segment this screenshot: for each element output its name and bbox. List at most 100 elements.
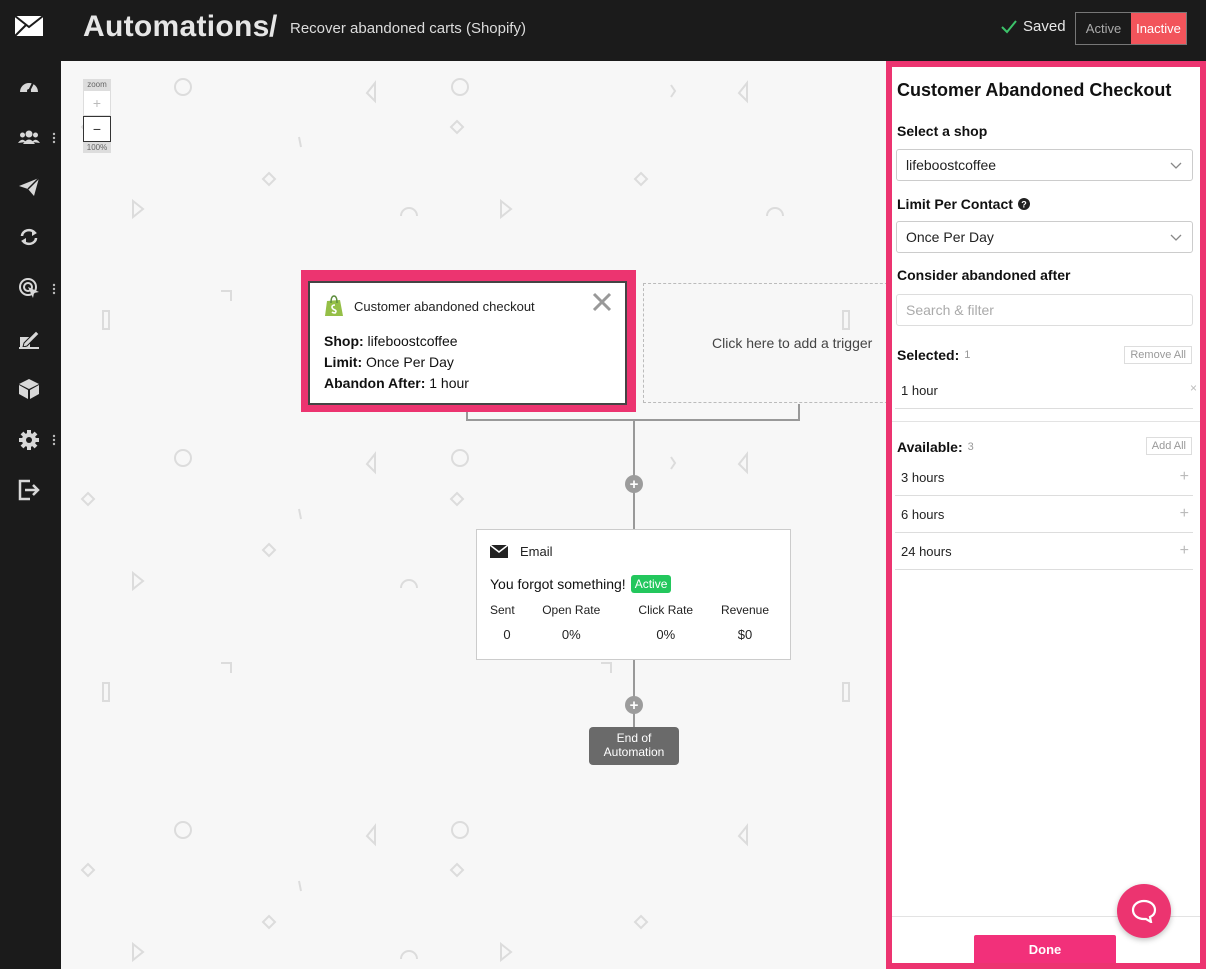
add-step-button[interactable]: +: [625, 475, 643, 493]
limit-value: Once Per Day: [366, 354, 454, 370]
add-trigger-placeholder[interactable]: Click here to add a trigger: [643, 283, 886, 403]
shop-select[interactable]: lifeboostcoffee: [896, 149, 1193, 181]
available-item[interactable]: 6 hours +: [895, 496, 1193, 533]
svg-text:?: ?: [1021, 200, 1027, 210]
close-icon[interactable]: [591, 291, 613, 313]
abandon-value: 1 hour: [429, 375, 469, 391]
automation-name[interactable]: Recover abandoned carts (Shopify): [290, 20, 526, 37]
help-icon[interactable]: ?: [1017, 198, 1030, 210]
trigger-card[interactable]: Customer abandoned checkout Shop: lifebo…: [308, 281, 627, 405]
settings-more-icon[interactable]: [52, 434, 56, 446]
remove-item-icon[interactable]: ×: [1190, 381, 1197, 395]
background-pattern: [80, 78, 850, 963]
shop-select-label: Select a shop: [897, 123, 988, 139]
stat-value-sent: 0: [503, 627, 511, 642]
end-of-automation: End of Automation: [589, 727, 679, 765]
zoom-in-button[interactable]: +: [83, 90, 111, 116]
zoom-control: zoom + − 100%: [83, 79, 111, 153]
logout-icon[interactable]: [16, 477, 42, 503]
zoom-label: zoom: [83, 79, 111, 90]
add-trigger-text: Click here to add a trigger: [712, 335, 873, 351]
logo-icon[interactable]: [14, 14, 44, 38]
trigger-title: Customer abandoned checkout: [354, 298, 535, 314]
selected-item: 1 hour ×: [895, 372, 1197, 409]
toggle-active-option[interactable]: Active: [1076, 13, 1131, 44]
trigger-header: Customer abandoned checkout: [324, 295, 611, 317]
sidebar: [0, 0, 61, 969]
connector-line: [633, 419, 635, 529]
section-divider: [892, 421, 1200, 422]
automations-icon[interactable]: [16, 224, 42, 250]
stat-header-sent: Sent: [490, 603, 515, 617]
plus-icon[interactable]: +: [1180, 542, 1189, 560]
checkmark-icon: [1001, 19, 1017, 33]
search-input[interactable]: [896, 294, 1193, 326]
toggle-inactive-option[interactable]: Inactive: [1131, 13, 1186, 44]
trigger-settings-panel: Customer Abandoned Checkout Select a sho…: [892, 67, 1200, 963]
available-item[interactable]: 3 hours +: [895, 459, 1193, 496]
status-toggle[interactable]: Active Inactive: [1075, 12, 1187, 45]
available-item-label: 6 hours: [901, 507, 945, 522]
zoom-level: 100%: [83, 142, 111, 153]
shopify-bag-icon: [325, 295, 343, 316]
add-step-button[interactable]: +: [625, 696, 643, 714]
shop-label: Shop:: [324, 333, 364, 349]
title-separator: /: [269, 10, 278, 43]
plus-icon[interactable]: +: [1180, 468, 1189, 486]
available-item-label: 3 hours: [901, 470, 945, 485]
email-header: Email: [490, 544, 777, 559]
available-header: Available: 3: [897, 439, 974, 455]
end-label-line1: End of: [616, 731, 652, 745]
targeting-more-icon[interactable]: [52, 283, 56, 295]
limit-select-label-row: Limit Per Contact ?: [897, 196, 1030, 212]
email-subject-row: You forgot something! Active: [490, 575, 777, 593]
limit-select-label: Limit Per Contact: [897, 196, 1013, 212]
email-type-label: Email: [520, 544, 553, 559]
status-badge: Active: [630, 575, 672, 593]
selected-item-label: 1 hour: [901, 383, 938, 398]
stat-header-open-rate: Open Rate: [542, 603, 601, 617]
chat-icon: [1131, 899, 1157, 923]
trigger-details: Shop: lifeboostcoffee Limit: Once Per Da…: [324, 331, 611, 394]
email-step-card[interactable]: Email You forgot something! Active Sent …: [476, 529, 791, 660]
zoom-out-button[interactable]: −: [83, 116, 111, 142]
dashboard-icon[interactable]: [16, 73, 42, 99]
campaigns-icon[interactable]: [16, 174, 42, 200]
done-button[interactable]: Done: [974, 935, 1116, 963]
available-label: Available:: [897, 439, 963, 455]
stat-value-click-rate: 0%: [656, 627, 676, 642]
chevron-down-icon: [1170, 234, 1182, 241]
plus-icon[interactable]: +: [1180, 505, 1189, 523]
email-subject: You forgot something!: [490, 576, 626, 592]
shop-select-value: lifeboostcoffee: [906, 157, 997, 173]
saved-status: Saved: [1001, 18, 1066, 35]
chat-support-button[interactable]: [1117, 884, 1171, 938]
available-item[interactable]: 24 hours +: [895, 533, 1193, 570]
limit-select[interactable]: Once Per Day: [896, 221, 1193, 253]
stat-value-revenue: $0: [737, 627, 753, 642]
shop-value: lifeboostcoffee: [367, 333, 458, 349]
selected-header: Selected: 1: [897, 347, 970, 363]
targeting-icon[interactable]: [16, 275, 42, 301]
stat-value-open-rate: 0%: [561, 627, 581, 642]
remove-all-button[interactable]: Remove All: [1124, 346, 1192, 364]
contacts-icon[interactable]: [16, 124, 42, 150]
stat-header-revenue: Revenue: [720, 603, 770, 617]
limit-select-value: Once Per Day: [906, 229, 994, 245]
abandon-label: Abandon After:: [324, 375, 426, 391]
add-all-button[interactable]: Add All: [1145, 437, 1192, 455]
chevron-down-icon: [1170, 162, 1182, 169]
end-label-line2: Automation: [603, 745, 665, 759]
selected-count: 1: [964, 349, 971, 361]
envelope-icon: [490, 545, 508, 558]
page-title: Automations: [83, 10, 270, 43]
limit-label: Limit:: [324, 354, 363, 370]
settings-icon[interactable]: [16, 427, 42, 453]
forms-icon[interactable]: [16, 326, 42, 352]
workflow-canvas[interactable]: zoom + − 100% + + Customer abandoned che…: [61, 61, 886, 969]
connector-line: [633, 660, 635, 727]
contacts-more-icon[interactable]: [52, 132, 56, 144]
available-count: 3: [967, 441, 974, 453]
email-stats: Sent Open Rate Click Rate Revenue 0 0% 0…: [490, 603, 777, 642]
products-icon[interactable]: [16, 376, 42, 402]
